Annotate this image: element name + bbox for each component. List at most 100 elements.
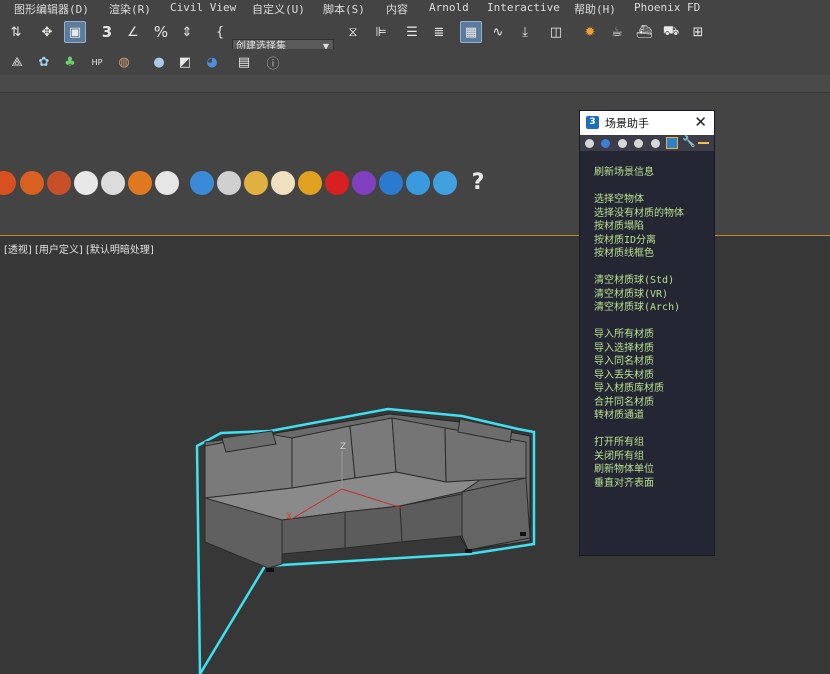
scene-helper-list: 刷新场景信息 选择空物体 选择没有材质的物体 按材质塌陷 按材质ID分离 按材质…: [594, 166, 684, 490]
move-icon[interactable]: ✥: [36, 21, 58, 43]
cmd-import-all-materials[interactable]: 导入所有材质: [594, 328, 684, 342]
liquid-icon[interactable]: [190, 171, 214, 195]
curve-editor-icon[interactable]: ∿: [487, 21, 509, 43]
cmd-detach-by-material-id[interactable]: 按材质ID分离: [594, 234, 684, 248]
select-icon[interactable]: ▣: [64, 21, 86, 43]
fire-icon[interactable]: [47, 171, 71, 195]
menu-help[interactable]: 帮助(H): [574, 1, 616, 17]
cmd-open-all-groups[interactable]: 打开所有组: [594, 436, 684, 450]
smoke-icon[interactable]: [74, 171, 98, 195]
cmd-collapse-by-material[interactable]: 按材质塌陷: [594, 220, 684, 234]
scene-helper-title: 场景助手: [605, 117, 649, 130]
cmd-merge-same-name-materials[interactable]: 合并同名材质: [594, 396, 684, 410]
scene-helper-titlebar[interactable]: 3 场景助手 ✕: [580, 111, 714, 135]
beer-icon[interactable]: [244, 171, 268, 195]
minimize-icon[interactable]: [698, 142, 709, 144]
render-grid-icon[interactable]: ⊞: [687, 21, 709, 43]
cmd-refresh-object-units[interactable]: 刷新物体单位: [594, 463, 684, 477]
question-icon[interactable]: ?: [466, 171, 490, 195]
scene-helper-toolbar: 🔧: [580, 135, 714, 151]
menu-scripting[interactable]: 脚本(S): [323, 1, 365, 17]
secondary-toolbar: ⟁ ✿ ♣ HP ◍ ● ◩ ◕ ▤ ⓘ: [0, 49, 830, 75]
explosion-icon[interactable]: [325, 171, 349, 195]
cmd-align-to-surface[interactable]: 垂直对齐表面: [594, 477, 684, 491]
schematic-view-icon[interactable]: ⤓: [514, 21, 536, 43]
ocean-icon[interactable]: [379, 171, 403, 195]
wave-icon[interactable]: [406, 171, 430, 195]
help-icon[interactable]: ⓘ: [262, 51, 284, 73]
wrench-icon[interactable]: 🔧: [682, 135, 696, 148]
spinner-snap-icon[interactable]: ⇕: [176, 21, 198, 43]
scene-explorer-icon[interactable]: ☰: [401, 21, 423, 43]
render-setup-icon[interactable]: ✹: [579, 21, 601, 43]
dot-icon[interactable]: [651, 139, 660, 148]
cmd-import-library-materials[interactable]: 导入材质库材质: [594, 382, 684, 396]
ribbon-toggle-icon[interactable]: ▦: [460, 21, 482, 43]
menu-interactive[interactable]: Interactive: [487, 1, 560, 14]
boat-icon[interactable]: [433, 171, 457, 195]
edit-named-selection-icon[interactable]: {: [209, 21, 231, 43]
cmd-import-same-name-materials[interactable]: 导入同名材质: [594, 355, 684, 369]
cmd-select-empty-objects[interactable]: 选择空物体: [594, 193, 684, 207]
cmd-convert-material-channel[interactable]: 转材质通道: [594, 409, 684, 423]
camera-icon[interactable]: ◩: [174, 51, 196, 73]
cmd-close-all-groups[interactable]: 关闭所有组: [594, 450, 684, 464]
splash-icon[interactable]: [298, 171, 322, 195]
menu-rendering[interactable]: 渲染(R): [109, 1, 151, 17]
align-icon[interactable]: ⊫: [370, 21, 392, 43]
ribbon-bar: [0, 75, 830, 93]
plant-icon[interactable]: ♣: [59, 51, 81, 73]
smoke-icon[interactable]: [101, 171, 125, 195]
flame-icon[interactable]: [128, 171, 152, 195]
cmd-refresh-scene-info[interactable]: 刷新场景信息: [594, 166, 684, 180]
sphere-icon[interactable]: ●: [148, 51, 170, 73]
dot-icon[interactable]: [585, 139, 594, 148]
clipboard-icon[interactable]: ▤: [233, 51, 255, 73]
pour-icon[interactable]: [217, 171, 241, 195]
mirror-icon[interactable]: ⧖: [342, 21, 364, 43]
gear-icon[interactable]: ✿: [33, 51, 55, 73]
wind-icon[interactable]: [155, 171, 179, 195]
particle-icon[interactable]: [352, 171, 376, 195]
axis-x-label: X: [286, 512, 292, 522]
layer-explorer-icon[interactable]: ≣: [428, 21, 450, 43]
menu-arnold[interactable]: Arnold: [429, 1, 469, 14]
cmd-import-selected-materials[interactable]: 导入选择材质: [594, 342, 684, 356]
cmd-clear-material-arch[interactable]: 清空材质球(Arch): [594, 301, 684, 315]
cmd-clear-material-std[interactable]: 清空材质球(Std): [594, 274, 684, 288]
menu-civil-view[interactable]: Civil View: [170, 1, 236, 14]
menu-customize[interactable]: 自定义(U): [252, 1, 305, 17]
menu-graph-editors[interactable]: 图形编辑器(D): [14, 1, 89, 17]
cmd-import-missing-materials[interactable]: 导入丢失材质: [594, 369, 684, 383]
geometry-icon[interactable]: ⟁: [6, 51, 28, 73]
render-production-icon[interactable]: ⛴: [633, 21, 655, 43]
rendered-frame-icon[interactable]: ☕: [606, 21, 628, 43]
fire-icon[interactable]: [20, 171, 44, 195]
coffee-icon[interactable]: [271, 171, 295, 195]
grid-icon[interactable]: [666, 137, 678, 149]
sofa-foot: [266, 568, 274, 572]
main-toolbar: ⇅ ✥ ▣ 3 ∠ % ⇕ { 创建选择集 ▼ ⧖ ⊫ ☰ ≣ ▦ ∿ ⤓ ◫ …: [0, 17, 830, 55]
percent-snap-icon[interactable]: %: [150, 21, 172, 43]
3dsmax-logo-icon: 3: [586, 116, 599, 129]
menu-bar: 图形编辑器(D) 渲染(R) Civil View 自定义(U) 脚本(S) 内…: [0, 0, 830, 17]
cmd-wire-color-by-material[interactable]: 按材质线框色: [594, 247, 684, 261]
sofa-foot: [520, 532, 526, 536]
menu-content[interactable]: 内容: [386, 1, 408, 17]
dot-icon[interactable]: [634, 139, 643, 148]
material-editor-icon[interactable]: ◫: [545, 21, 567, 43]
cmd-select-no-material[interactable]: 选择没有材质的物体: [594, 207, 684, 221]
dot-icon[interactable]: [601, 139, 610, 148]
axis-z-label: Z: [340, 442, 346, 452]
light-icon[interactable]: ◕: [201, 51, 223, 73]
link-icon[interactable]: ⇅: [5, 21, 27, 43]
render-iterative-icon[interactable]: ⛟: [660, 21, 682, 43]
menu-phoenix-fd[interactable]: Phoenix FD: [634, 1, 700, 14]
shell-icon[interactable]: ◍: [113, 51, 135, 73]
angle-snap-icon[interactable]: ∠: [122, 21, 144, 43]
cmd-clear-material-vr[interactable]: 清空材质球(VR): [594, 288, 684, 302]
hp-icon[interactable]: HP: [86, 51, 108, 73]
dot-icon[interactable]: [618, 139, 627, 148]
close-icon[interactable]: ✕: [694, 113, 707, 131]
snap-3d-icon[interactable]: 3: [96, 21, 118, 43]
